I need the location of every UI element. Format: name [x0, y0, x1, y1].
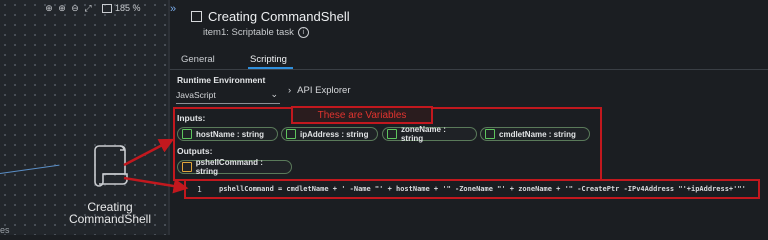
scroll-icon — [94, 145, 128, 187]
zoom-indicator: 185 % — [102, 3, 141, 13]
runtime-selected-value: JavaScript — [176, 90, 216, 100]
variables-annotation: These are Variables — [291, 106, 433, 124]
zoom-in-magnifier-icon[interactable]: ⊕ — [44, 3, 54, 13]
canvas-footer-text: es — [0, 225, 10, 235]
code-line: pshellCommand = cmdletName + ' -Name "' … — [219, 185, 746, 193]
properties-panel: Creating CommandShell item1: Scriptable … — [170, 0, 768, 235]
minimap-icon[interactable] — [102, 3, 112, 13]
flow-connector — [0, 164, 60, 174]
canvas-toolbar: ⊕ ⊕ ⊖ ⤢ 185 % — [44, 1, 141, 15]
panel-header: Creating CommandShell — [191, 9, 350, 24]
input-pill-label: cmdletName : string — [499, 129, 576, 139]
tab-scripting[interactable]: Scripting — [250, 54, 287, 65]
output-pill-label: pshellCommand : string — [195, 158, 263, 176]
line-number: 1 — [197, 185, 202, 194]
task-icon — [191, 11, 202, 22]
tab-bar: General Scripting — [170, 50, 768, 70]
chevron-right-icon: › — [288, 85, 292, 96]
input-pill-ipaddress[interactable]: ipAddress : string — [281, 127, 378, 141]
output-pill-pshellcommand[interactable]: pshellCommand : string — [177, 158, 292, 176]
page-title: Creating CommandShell — [208, 9, 350, 24]
input-param-icon — [182, 129, 192, 139]
runtime-environment-label: Runtime Environment — [177, 75, 266, 85]
active-tab-indicator — [248, 67, 293, 69]
input-pill-cmdletname[interactable]: cmdletName : string — [480, 127, 590, 141]
script-editor[interactable]: 1 pshellCommand = cmdletName + ' -Name "… — [184, 179, 760, 199]
input-pill-label: zoneName : string — [400, 125, 446, 143]
input-pill-label: ipAddress : string — [300, 129, 369, 139]
fit-to-screen-icon[interactable]: ⤢ — [83, 3, 93, 13]
panel-subtitle: item1: Scriptable task i — [203, 27, 309, 38]
input-param-icon — [485, 129, 495, 139]
input-param-icon — [387, 129, 397, 139]
node-label: Creating CommandShell — [68, 200, 152, 226]
api-explorer-label: API Explorer — [297, 85, 351, 96]
runtime-environment-select[interactable]: JavaScript ⌄ — [176, 89, 280, 104]
workflow-canvas[interactable]: ⊕ ⊕ ⊖ ⤢ 185 % Creating CommandShell es — [0, 0, 168, 235]
workflow-node-scriptable-task[interactable]: Creating CommandShell — [60, 140, 160, 225]
inputs-label: Inputs: — [177, 113, 206, 123]
zoom-out-icon[interactable]: ⊖ — [70, 3, 80, 13]
info-icon[interactable]: i — [297, 27, 309, 38]
subtitle-text: item1: Scriptable task — [203, 27, 294, 38]
chevron-down-icon: ⌄ — [270, 89, 278, 99]
zoom-in-icon[interactable]: ⊕ — [57, 3, 67, 13]
input-pill-zonename[interactable]: zoneName : string — [382, 125, 477, 143]
input-pill-label: hostName : string — [196, 129, 265, 139]
output-param-icon — [182, 162, 192, 172]
outputs-label: Outputs: — [177, 146, 213, 156]
tab-general[interactable]: General — [181, 54, 215, 65]
api-explorer-toggle[interactable]: › API Explorer — [288, 85, 351, 96]
input-pill-hostname[interactable]: hostName : string — [177, 127, 278, 141]
input-param-icon — [286, 129, 296, 139]
zoom-level: 185 % — [115, 3, 141, 13]
